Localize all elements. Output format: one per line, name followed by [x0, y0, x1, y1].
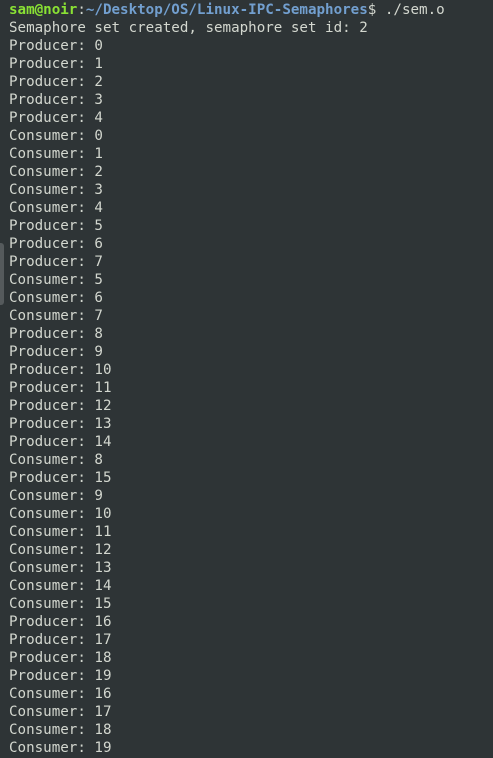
- prompt-user-host: sam@noir: [9, 2, 78, 18]
- output-line: Consumer: 3: [9, 182, 103, 198]
- output-line: Consumer: 11: [9, 524, 112, 540]
- output-line: Producer: 15: [9, 470, 112, 486]
- output-line: Producer: 14: [9, 434, 112, 450]
- output-line: Consumer: 13: [9, 560, 112, 576]
- output-line: Producer: 13: [9, 416, 112, 432]
- output-line: Consumer: 14: [9, 578, 112, 594]
- terminal-window[interactable]: sam@noir:~/Desktop/OS/Linux-IPC-Semaphor…: [0, 0, 493, 758]
- output-line: Producer: 18: [9, 650, 112, 666]
- output-line: Consumer: 12: [9, 542, 112, 558]
- output-line: Consumer: 10: [9, 506, 112, 522]
- output-line: Producer: 9: [9, 344, 103, 360]
- prompt-separator: :: [77, 2, 86, 18]
- output-line: Producer: 8: [9, 326, 103, 342]
- output-line: Consumer: 17: [9, 704, 112, 720]
- prompt-line: sam@noir:~/Desktop/OS/Linux-IPC-Semaphor…: [9, 1, 493, 19]
- output-line: Consumer: 8: [9, 452, 103, 468]
- output-line: Consumer: 16: [9, 686, 112, 702]
- output-line: Producer: 19: [9, 668, 112, 684]
- terminal-output: sam@noir:~/Desktop/OS/Linux-IPC-Semaphor…: [9, 1, 493, 757]
- scrollbar-handle[interactable]: [0, 243, 4, 305]
- output-line: Producer: 1: [9, 56, 103, 72]
- output-line: Producer: 2: [9, 74, 103, 90]
- output-line: Consumer: 7: [9, 308, 103, 324]
- output-line: Consumer: 4: [9, 200, 103, 216]
- prompt-path: ~/Desktop/OS/Linux-IPC-Semaphores: [85, 2, 368, 18]
- output-line: Producer: 11: [9, 380, 112, 396]
- output-line: Consumer: 15: [9, 596, 112, 612]
- output-line: Consumer: 0: [9, 128, 103, 144]
- output-line: Producer: 10: [9, 362, 112, 378]
- output-line: Producer: 16: [9, 614, 112, 630]
- output-lines: Semaphore set created, semaphore set id:…: [9, 19, 493, 757]
- output-line: Producer: 12: [9, 398, 112, 414]
- output-line: Consumer: 9: [9, 488, 103, 504]
- output-line: Producer: 0: [9, 38, 103, 54]
- output-line: Producer: 5: [9, 218, 103, 234]
- output-line: Producer: 17: [9, 632, 112, 648]
- output-line: Consumer: 18: [9, 722, 112, 738]
- output-line: Consumer: 6: [9, 290, 103, 306]
- output-line: Producer: 4: [9, 110, 103, 126]
- output-line: Semaphore set created, semaphore set id:…: [9, 20, 368, 36]
- output-line: Producer: 3: [9, 92, 103, 108]
- output-line: Consumer: 19: [9, 740, 112, 756]
- output-line: Consumer: 2: [9, 164, 103, 180]
- prompt-dollar: $: [367, 2, 385, 18]
- output-line: Consumer: 5: [9, 272, 103, 288]
- output-line: Consumer: 1: [9, 146, 103, 162]
- output-line: Producer: 6: [9, 236, 103, 252]
- prompt-command: ./sem.o: [384, 2, 445, 18]
- output-line: Producer: 7: [9, 254, 103, 270]
